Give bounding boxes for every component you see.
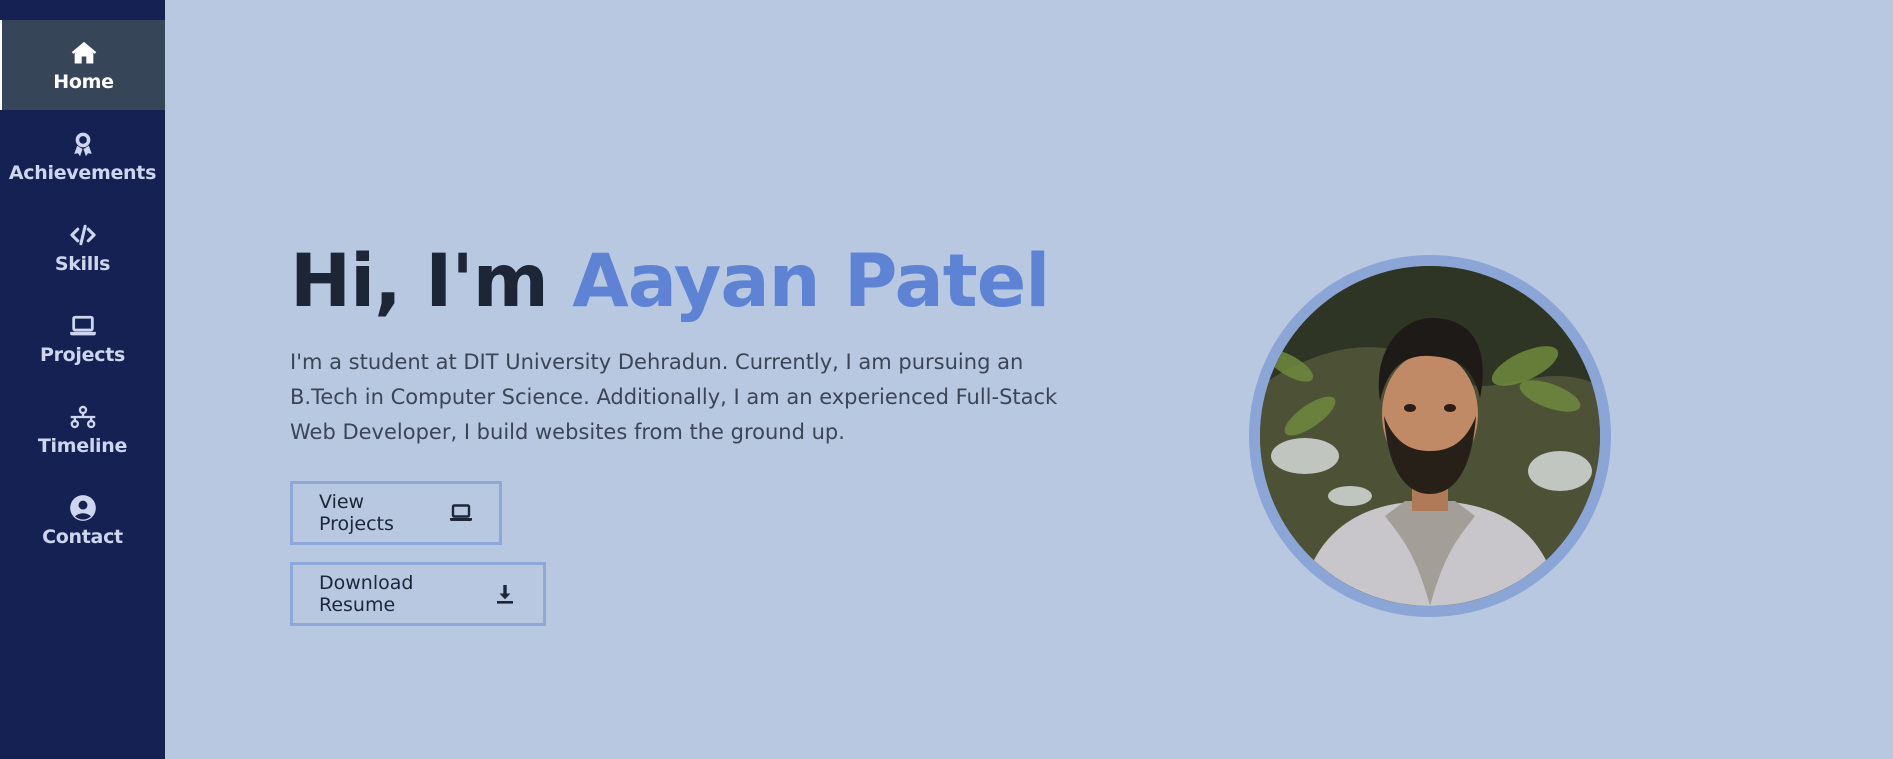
sidebar-item-label: Home — [53, 70, 114, 93]
timeline-icon — [68, 402, 98, 432]
code-icon — [68, 220, 98, 250]
sidebar-item-home[interactable]: Home — [0, 20, 165, 110]
sidebar: Home Achievements Skills Projects Timeli… — [0, 0, 165, 759]
user-circle-icon — [68, 493, 98, 523]
download-resume-button[interactable]: Download Resume — [290, 562, 546, 626]
laptop-icon — [449, 501, 473, 525]
hero-title: Hi, I'm Aayan Patel — [290, 238, 1050, 326]
sidebar-item-label: Achievements — [8, 161, 157, 184]
sidebar-item-label: Projects — [39, 343, 125, 366]
sidebar-item-label: Skills — [54, 252, 111, 275]
sidebar-item-projects[interactable]: Projects — [0, 293, 165, 383]
profile-photo-illustration — [1260, 266, 1600, 606]
view-projects-label: View Projects — [319, 491, 394, 535]
award-icon — [68, 129, 98, 159]
home-icon — [69, 38, 99, 68]
download-resume-label: Download Resume — [319, 572, 414, 616]
sidebar-item-label: Contact — [42, 525, 123, 548]
view-projects-button[interactable]: View Projects — [290, 481, 502, 545]
profile-photo — [1249, 255, 1611, 617]
sidebar-item-contact[interactable]: Contact — [0, 475, 165, 565]
download-icon — [493, 582, 517, 606]
sidebar-item-timeline[interactable]: Timeline — [0, 384, 165, 474]
hero-name: Aayan Patel — [572, 239, 1050, 324]
hero-bio: I'm a student at DIT University Dehradun… — [290, 350, 1058, 444]
sidebar-item-skills[interactable]: Skills — [0, 202, 165, 292]
hero-greeting: Hi, I'm — [290, 239, 573, 324]
sidebar-item-achievements[interactable]: Achievements — [0, 111, 165, 201]
sidebar-item-label: Timeline — [37, 434, 128, 457]
laptop-icon — [68, 311, 98, 341]
